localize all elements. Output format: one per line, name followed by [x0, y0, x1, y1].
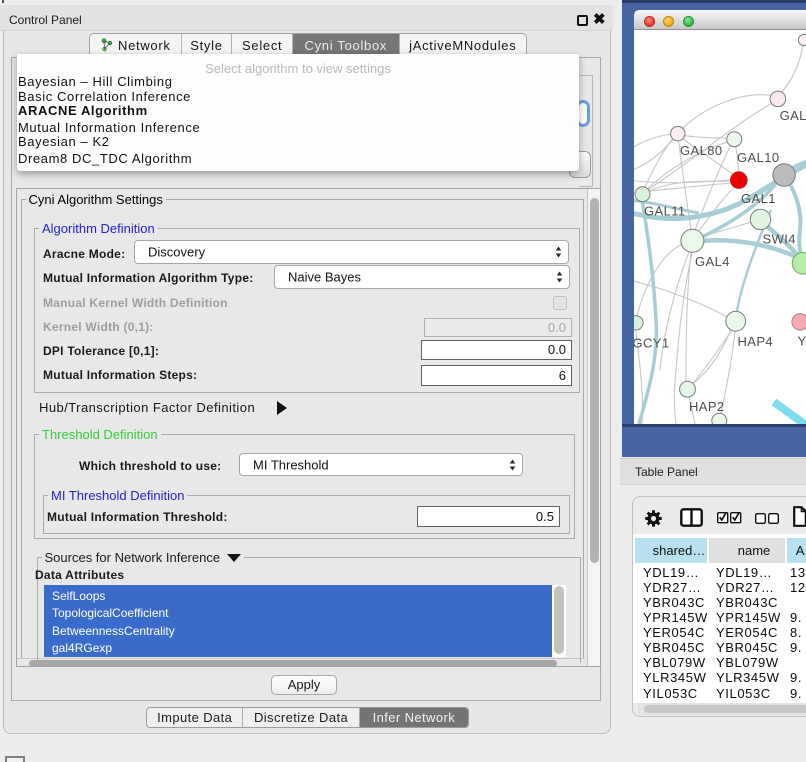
- svg-text:Y: Y: [798, 334, 806, 349]
- svg-text:GAL4: GAL4: [695, 254, 730, 269]
- svg-text:GCY1: GCY1: [634, 336, 670, 351]
- svg-text:HAP2: HAP2: [689, 399, 725, 414]
- svg-text:GAL2: GAL2: [780, 108, 806, 123]
- svg-text:SWI4: SWI4: [763, 232, 796, 247]
- svg-text:GAL10: GAL10: [737, 150, 779, 165]
- svg-text:HAP4: HAP4: [738, 334, 774, 349]
- svg-text:GAL11: GAL11: [644, 204, 686, 219]
- svg-text:GAL1: GAL1: [741, 191, 776, 206]
- svg-text:GAL80: GAL80: [680, 143, 722, 158]
